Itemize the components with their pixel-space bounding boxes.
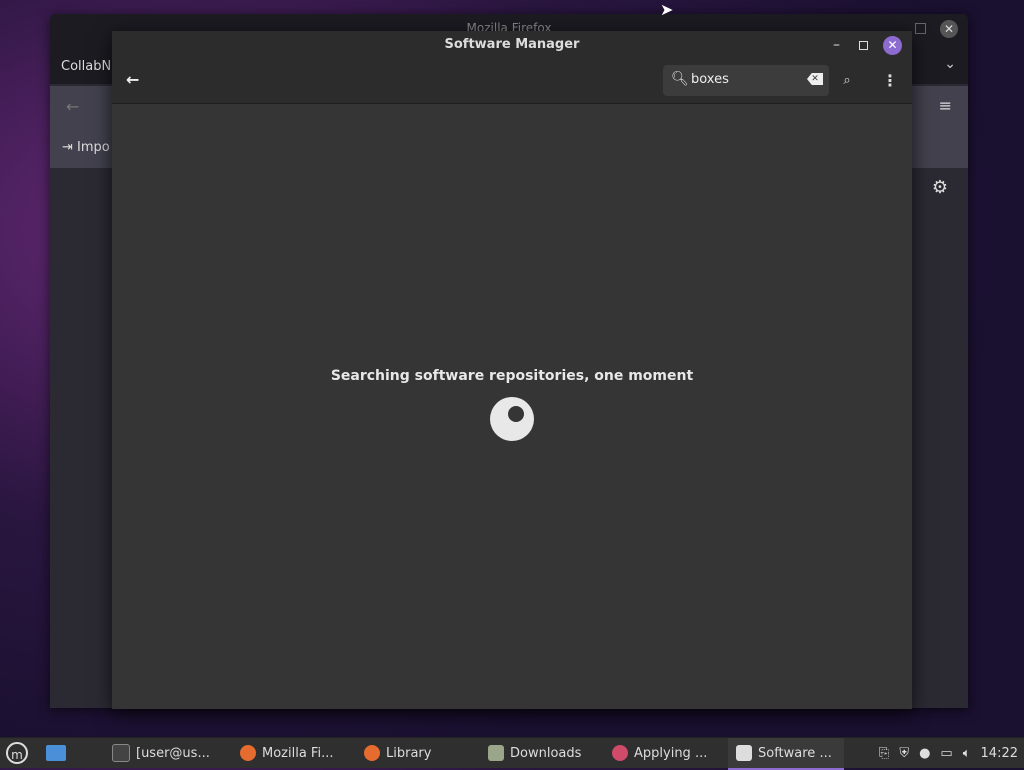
window-icon[interactable]: ▭ <box>940 746 952 761</box>
search-input[interactable] <box>691 72 801 87</box>
import-label: Impo <box>77 140 110 155</box>
taskbar-item-firefox[interactable]: Mozilla Fi... <box>240 738 333 768</box>
taskbar: m [user@us... Mozilla Fi... Library Down… <box>0 737 1024 770</box>
firefox-icon <box>240 745 256 761</box>
taskbar-label: [user@us... <box>136 745 210 761</box>
maximize-button[interactable] <box>859 41 868 50</box>
firefox-maximize-button[interactable] <box>915 23 926 34</box>
search-button[interactable]: ⌕ <box>835 65 859 96</box>
import-icon: ⇥ <box>62 140 73 155</box>
hamburger-menu-icon[interactable]: ≡ <box>939 96 952 115</box>
minimize-button[interactable]: – <box>833 37 840 53</box>
clock[interactable]: 14:22 <box>981 746 1018 761</box>
import-bookmarks-button[interactable]: ⇥ Impo <box>62 140 110 155</box>
chevron-down-icon[interactable]: ⌄ <box>944 56 956 72</box>
show-desktop-icon[interactable] <box>46 745 66 761</box>
gear-icon[interactable]: ⚙ <box>932 177 948 198</box>
taskbar-item-applying[interactable]: Applying ... <box>612 738 707 768</box>
user-icon[interactable]: ● <box>919 746 930 761</box>
status-message: Searching software repositories, one mom… <box>330 368 694 384</box>
software-manager-icon <box>736 745 752 761</box>
download-icon <box>612 745 628 761</box>
header-bar: Software Manager – ✕ ← 🔍︎ ✕ ⌕ ⋮ <box>112 31 912 104</box>
clear-text-icon[interactable]: ✕ <box>807 73 823 85</box>
close-button[interactable]: ✕ <box>883 36 902 55</box>
taskbar-label: Applying ... <box>634 745 708 761</box>
taskbar-label: Software ... <box>758 745 832 761</box>
firefox-close-button[interactable]: ✕ <box>940 20 958 38</box>
folder-icon <box>488 745 504 761</box>
taskbar-label: Mozilla Fi... <box>262 745 334 761</box>
back-arrow-icon[interactable]: ← <box>66 97 79 116</box>
taskbar-label: Downloads <box>510 745 582 761</box>
back-button[interactable]: ← <box>126 70 139 89</box>
loading-spinner-icon <box>490 397 534 441</box>
volume-icon[interactable]: 🔈︎ <box>963 746 971 761</box>
taskbar-item-terminal[interactable]: [user@us... <box>112 738 210 768</box>
taskbar-item-downloads[interactable]: Downloads <box>488 738 581 768</box>
menu-button[interactable]: m <box>6 742 28 764</box>
taskbar-item-software-manager[interactable]: Software ... <box>728 738 844 770</box>
search-icon: 🔍︎ <box>671 71 689 87</box>
terminal-icon <box>112 744 130 762</box>
mouse-cursor-icon: ➤ <box>660 0 674 19</box>
search-box[interactable]: 🔍︎ ✕ <box>663 65 829 96</box>
software-manager-window: Software Manager – ✕ ← 🔍︎ ✕ ⌕ ⋮ Searchin… <box>112 31 912 709</box>
window-title: Software Manager <box>444 37 580 52</box>
shield-icon[interactable]: ⛨ <box>899 746 909 761</box>
clipboard-icon[interactable]: ⎘ <box>879 746 889 761</box>
taskbar-item-library[interactable]: Library <box>364 738 431 768</box>
firefox-icon <box>364 745 380 761</box>
firefox-tab[interactable]: CollabNe <box>61 59 119 74</box>
menu-kebab-icon[interactable]: ⋮ <box>882 71 898 90</box>
system-tray: ⎘ ⛨ ● ▭ 🔈︎ 14:22 <box>879 738 1024 768</box>
taskbar-label: Library <box>386 745 432 761</box>
